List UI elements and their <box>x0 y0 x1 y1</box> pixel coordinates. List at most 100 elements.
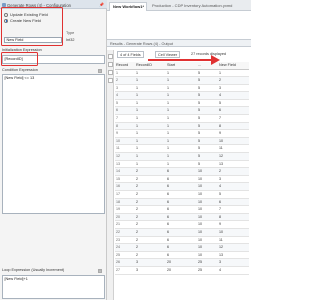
field-type-value[interactable]: Int32 <box>66 38 74 42</box>
table-cell[interactable]: 13 <box>218 160 249 169</box>
table-cell[interactable]: 5 <box>197 114 218 123</box>
record-number-cell[interactable]: 1 <box>115 69 135 78</box>
record-number-cell[interactable]: 25 <box>115 251 135 260</box>
table-cell[interactable]: 4 <box>218 182 249 191</box>
table-cell[interactable]: 5 <box>197 122 218 131</box>
record-number-cell[interactable]: 20 <box>115 213 135 222</box>
table-cell[interactable]: 2 <box>135 175 166 184</box>
record-number-cell[interactable]: 17 <box>115 190 135 199</box>
table-cell[interactable]: 3 <box>218 258 249 267</box>
table-cell[interactable]: 10 <box>197 175 218 184</box>
table-row[interactable]: 12 1 1 5 12 <box>115 152 249 161</box>
table-cell[interactable]: 5 <box>197 91 218 100</box>
table-cell[interactable]: 1 <box>135 114 166 123</box>
table-row[interactable]: 15 2 6 10 3 <box>115 175 249 184</box>
tab-production-workflow[interactable]: Production - CDP Inventory Automation.yx… <box>149 2 249 11</box>
table-cell[interactable]: 1 <box>166 84 197 93</box>
table-cell[interactable]: 10 <box>197 220 218 229</box>
table-cell[interactable]: 1 <box>218 69 249 78</box>
table-cell[interactable]: 1 <box>135 84 166 93</box>
table-cell[interactable]: 1 <box>166 137 197 146</box>
table-cell[interactable]: 25 <box>197 258 218 267</box>
condition-expression-input[interactable]: [New Field] <= 13 <box>2 74 105 214</box>
table-cell[interactable]: 5 <box>218 99 249 108</box>
table-cell[interactable]: 1 <box>135 144 166 154</box>
record-number-cell[interactable]: 22 <box>115 228 135 237</box>
table-cell[interactable]: 6 <box>166 251 197 260</box>
table-row[interactable]: 71157 <box>115 114 249 123</box>
table-cell[interactable]: 7 <box>218 114 249 123</box>
table-cell[interactable]: 9 <box>218 220 249 229</box>
table-cell[interactable]: 1 <box>135 69 166 78</box>
table-cell[interactable]: 10 <box>218 137 249 146</box>
tab-new-workflow[interactable]: New Workflow1* <box>109 2 147 11</box>
table-row[interactable]: 41154 <box>115 91 249 100</box>
table-cell[interactable]: 9 <box>218 129 249 138</box>
table-cell[interactable]: 3 <box>218 175 249 184</box>
table-cell[interactable]: 2 <box>135 251 166 260</box>
settings-icon[interactable] <box>108 78 113 83</box>
condition-expression-menu-icon[interactable]: ▾ <box>98 69 102 73</box>
table-row[interactable]: 11 1 1 5 11 <box>115 144 249 154</box>
table-cell[interactable]: 5 <box>197 144 218 154</box>
table-cell[interactable]: 6 <box>166 167 197 176</box>
table-cell[interactable]: 2 <box>135 167 166 176</box>
table-cell[interactable]: 11 <box>218 144 249 154</box>
sort-icon[interactable] <box>108 70 113 75</box>
record-number-cell[interactable]: 4 <box>115 91 135 100</box>
table-cell[interactable]: 6 <box>166 228 197 237</box>
table-cell[interactable]: 7 <box>218 205 249 214</box>
table-cell[interactable]: 5 <box>197 160 218 169</box>
table-cell[interactable]: 6 <box>166 190 197 199</box>
table-row[interactable]: 11151 <box>115 69 249 78</box>
column-header-record[interactable]: Record <box>115 62 135 70</box>
table-cell[interactable]: 4 <box>218 91 249 100</box>
pin-icon[interactable]: 📌 <box>99 2 104 7</box>
column-header-end[interactable]: ... <box>197 62 218 70</box>
table-row[interactable]: 26 3 20 25 3 <box>115 258 249 267</box>
table-cell[interactable]: 1 <box>166 114 197 123</box>
table-cell[interactable]: 3 <box>135 258 166 267</box>
table-cell[interactable]: 2 <box>135 220 166 229</box>
record-number-cell[interactable]: 10 <box>115 137 135 146</box>
table-row[interactable]: 21152 <box>115 76 249 85</box>
table-cell[interactable]: 2 <box>135 182 166 191</box>
record-number-cell[interactable]: 13 <box>115 160 135 169</box>
table-cell[interactable]: 1 <box>166 122 197 131</box>
table-cell[interactable]: 6 <box>166 175 197 184</box>
table-cell[interactable]: 6 <box>166 213 197 222</box>
table-cell[interactable]: 5 <box>197 129 218 138</box>
table-cell[interactable]: 25 <box>197 266 218 275</box>
loop-expression-menu-icon[interactable]: ▾ <box>98 269 102 273</box>
table-cell[interactable]: 5 <box>197 106 218 116</box>
record-number-cell[interactable]: 8 <box>115 122 135 131</box>
table-cell[interactable]: 12 <box>218 152 249 161</box>
record-number-cell[interactable]: 15 <box>115 175 135 184</box>
table-cell[interactable]: 1 <box>166 152 197 161</box>
table-row[interactable]: 14 2 6 10 2 <box>115 167 249 176</box>
table-cell[interactable]: 10 <box>197 205 218 214</box>
record-number-cell[interactable]: 9 <box>115 129 135 138</box>
record-number-cell[interactable]: 21 <box>115 220 135 229</box>
table-cell[interactable]: 6 <box>166 220 197 229</box>
record-number-cell[interactable]: 3 <box>115 84 135 93</box>
table-cell[interactable]: 4 <box>218 266 249 275</box>
table-cell[interactable]: 2 <box>135 198 166 207</box>
table-cell[interactable]: 5 <box>218 190 249 199</box>
table-row[interactable]: 13 1 1 5 13 <box>115 160 249 169</box>
table-cell[interactable]: 3 <box>135 266 166 275</box>
record-number-cell[interactable]: 18 <box>115 198 135 207</box>
table-cell[interactable]: 20 <box>166 258 197 267</box>
table-row[interactable]: 51155 <box>115 99 249 108</box>
table-cell[interactable]: 20 <box>166 266 197 275</box>
table-cell[interactable]: 10 <box>197 190 218 199</box>
table-row[interactable]: 16 2 6 10 4 <box>115 182 249 191</box>
table-cell[interactable]: 1 <box>166 160 197 169</box>
table-cell[interactable]: 13 <box>218 251 249 260</box>
table-row[interactable]: 20 2 6 10 8 <box>115 213 249 222</box>
table-cell[interactable]: 1 <box>135 160 166 169</box>
table-cell[interactable]: 12 <box>218 243 249 252</box>
table-cell[interactable]: 1 <box>135 99 166 108</box>
table-cell[interactable]: 10 <box>197 243 218 252</box>
column-header-new-field[interactable]: New Field <box>218 62 249 70</box>
